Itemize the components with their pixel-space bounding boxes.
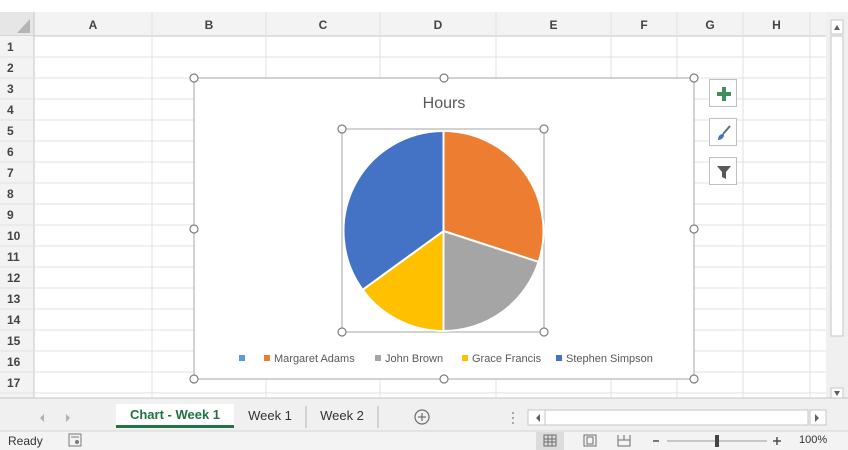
legend-swatch — [264, 355, 270, 361]
legend-label: Stephen Simpson — [566, 353, 653, 365]
column-header-g[interactable]: G — [705, 18, 714, 32]
row-header-5[interactable]: 5 — [7, 124, 14, 138]
chart-resize-handle[interactable] — [189, 224, 199, 234]
chart-title[interactable]: Hours — [423, 95, 466, 112]
chart-elements-button[interactable] — [709, 79, 737, 107]
row-header-14[interactable]: 14 — [7, 313, 21, 327]
row-header-2[interactable]: 2 — [7, 61, 14, 75]
column-header-f[interactable]: F — [640, 18, 647, 32]
legend-swatch — [375, 355, 381, 361]
chart-resize-handle[interactable] — [439, 73, 449, 83]
row-header-4[interactable]: 4 — [7, 103, 14, 117]
chart-resize-handle[interactable] — [689, 224, 699, 234]
vertical-scroll-thumb[interactable] — [830, 35, 844, 337]
zoom-level[interactable]: 100% — [799, 434, 827, 446]
row-header-16[interactable]: 16 — [7, 355, 21, 369]
split-dots-icon[interactable] — [512, 412, 514, 414]
tab-week-1[interactable]: Week 1 — [236, 404, 304, 428]
zoom-slider-thumb[interactable] — [715, 435, 719, 447]
row-header-11[interactable]: 11 — [7, 250, 20, 264]
row-header-3[interactable]: 3 — [7, 82, 14, 96]
legend-label: John Brown — [385, 353, 443, 365]
plot-resize-handle[interactable] — [539, 327, 549, 337]
column-header-a[interactable]: A — [89, 18, 98, 32]
chart-styles-button[interactable] — [709, 118, 737, 146]
row-header-15[interactable]: 15 — [7, 334, 21, 348]
pie-slices — [342, 129, 545, 333]
spreadsheet-canvas: ABCDEFGH 1234567891011121314151617 Hours… — [0, 12, 848, 450]
chart-resize-handle[interactable] — [189, 73, 199, 83]
row-header-7[interactable]: 7 — [7, 166, 14, 180]
row-header-13[interactable]: 13 — [7, 292, 21, 306]
chart-resize-handle[interactable] — [689, 73, 699, 83]
row-header-17[interactable]: 17 — [7, 376, 21, 390]
chart-styles-brush-icon — [718, 125, 731, 140]
column-header-b[interactable]: B — [205, 18, 214, 32]
legend-swatch — [239, 355, 245, 361]
chart-elements-plus-icon — [717, 87, 731, 101]
column-header-e[interactable]: E — [549, 18, 557, 32]
horizontal-scrollbar[interactable] — [527, 409, 809, 426]
tab-week-2[interactable]: Week 2 — [308, 404, 376, 428]
chart-resize-handle[interactable] — [439, 374, 449, 384]
plot-resize-handle[interactable] — [337, 124, 347, 134]
plot-resize-handle[interactable] — [539, 124, 549, 134]
status-ready: Ready — [8, 434, 43, 448]
plot-resize-handle[interactable] — [337, 327, 347, 337]
row-header-6[interactable]: 6 — [7, 145, 14, 159]
column-header-d[interactable]: D — [434, 18, 443, 32]
row-header-12[interactable]: 12 — [7, 271, 21, 285]
column-header-c[interactable]: C — [319, 18, 328, 32]
legend-label: Grace Francis — [472, 353, 542, 365]
row-header-8[interactable]: 8 — [7, 187, 14, 201]
chart-filters-funnel-icon — [717, 166, 731, 179]
row-header-10[interactable]: 10 — [7, 229, 21, 243]
chart-resize-handle[interactable] — [189, 374, 199, 384]
chart-resize-handle[interactable] — [689, 374, 699, 384]
tab-chart-week-1[interactable]: Chart - Week 1 — [116, 404, 234, 428]
chart-filters-button[interactable] — [709, 157, 737, 185]
legend-swatch — [556, 355, 562, 361]
legend-swatch — [462, 355, 468, 361]
row-header-9[interactable]: 9 — [7, 208, 14, 222]
legend-label: Margaret Adams — [274, 353, 355, 365]
column-header-bar — [0, 12, 848, 36]
column-header-h[interactable]: H — [772, 18, 781, 32]
row-header-1[interactable]: 1 — [7, 40, 14, 54]
